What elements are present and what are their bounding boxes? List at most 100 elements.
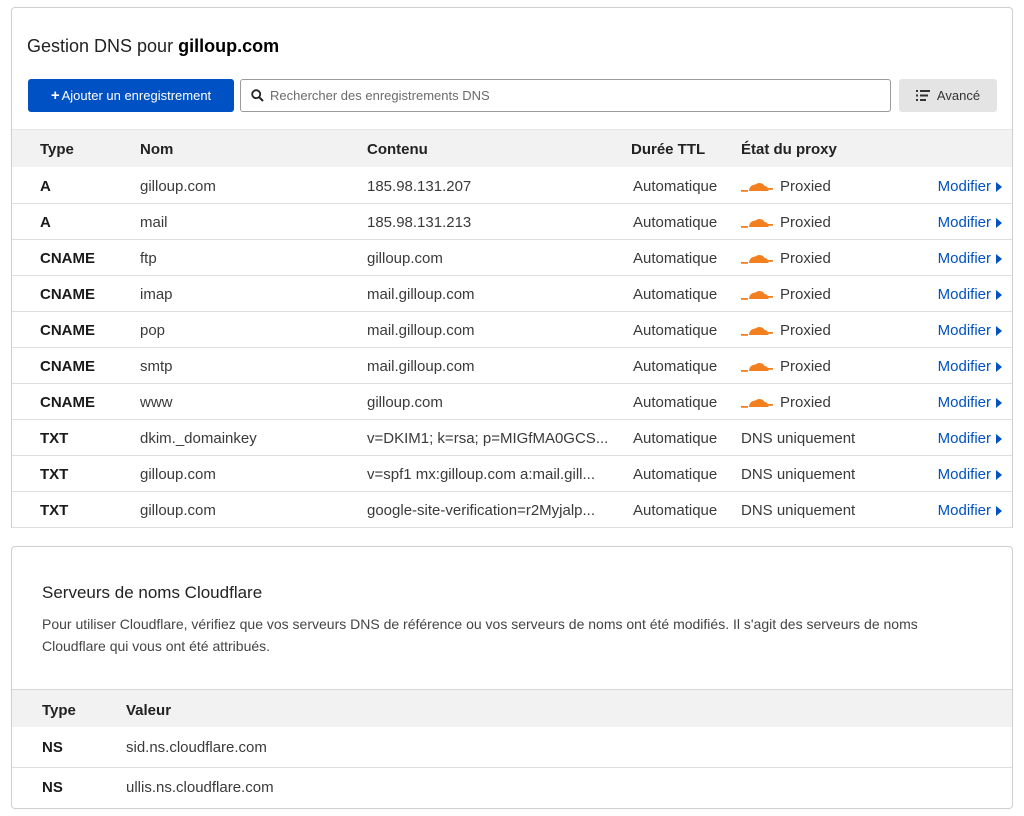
advanced-button[interactable]: Avancé bbox=[899, 79, 997, 112]
edit-record-link[interactable]: Modifier bbox=[938, 178, 1002, 195]
cloud-icon bbox=[741, 288, 773, 302]
edit-label: Modifier bbox=[937, 394, 991, 411]
column-header-proxy: État du proxy bbox=[741, 141, 837, 158]
edit-record-link[interactable]: Modifier bbox=[938, 466, 1002, 483]
caret-right-icon bbox=[995, 217, 1002, 228]
edit-record-link[interactable]: Modifier bbox=[938, 358, 1002, 375]
nameservers-description: Pour utiliser Cloudflare, vérifiez que v… bbox=[42, 616, 918, 654]
search-box[interactable] bbox=[240, 79, 891, 112]
edit-record-link[interactable]: Modifier bbox=[938, 430, 1002, 447]
record-proxy-status: Proxied bbox=[741, 286, 831, 303]
nameserver-type: NS bbox=[42, 779, 63, 796]
ns-column-header-value: Valeur bbox=[126, 702, 172, 719]
proxy-status-label: DNS uniquement bbox=[741, 502, 856, 519]
record-type: CNAME bbox=[40, 250, 95, 267]
record-type: TXT bbox=[40, 466, 69, 483]
nameservers-table-header: Type Valeur bbox=[12, 689, 1012, 727]
record-proxy-status: Proxied bbox=[741, 250, 831, 267]
nameservers-title: Serveurs de noms Cloudflare bbox=[42, 583, 263, 602]
record-ttl: Automatique bbox=[633, 430, 718, 447]
column-header-content: Contenu bbox=[367, 141, 428, 158]
add-record-button[interactable]: + Ajouter un enregistrement bbox=[28, 79, 234, 112]
proxy-status-label: Proxied bbox=[780, 358, 831, 375]
edit-label: Modifier bbox=[937, 502, 991, 519]
filter-list-icon bbox=[915, 90, 930, 101]
record-name: smtp bbox=[140, 358, 173, 375]
column-header-name: Nom bbox=[140, 141, 174, 158]
record-ttl: Automatique bbox=[633, 250, 718, 267]
advanced-label: Avancé bbox=[936, 88, 981, 103]
record-proxy-status: Proxied bbox=[741, 322, 831, 339]
cloud-icon bbox=[741, 216, 773, 230]
record-ttl: Automatique bbox=[633, 394, 718, 411]
record-proxy-status: Proxied bbox=[741, 358, 831, 375]
add-record-label: Ajouter un enregistrement bbox=[61, 88, 212, 103]
table-row: CNAME ftp gilloup.com Automatique Proxied Mod… bbox=[12, 240, 1012, 276]
caret-right-icon bbox=[995, 253, 1002, 264]
record-name: imap bbox=[140, 286, 173, 303]
plus-icon: + bbox=[50, 87, 60, 104]
record-proxy-status: Proxied bbox=[741, 214, 831, 231]
record-type: A bbox=[40, 178, 51, 195]
caret-right-icon bbox=[995, 289, 1002, 300]
table-row: Amail 185.98.131.213 Automatique Proxied Mod… bbox=[12, 204, 1012, 240]
search-icon bbox=[251, 89, 264, 102]
dns-table-header: Type Nom Contenu Durée TTL État du proxy bbox=[12, 129, 1012, 167]
record-name: ftp bbox=[140, 250, 157, 267]
record-type: TXT bbox=[40, 430, 69, 447]
edit-label: Modifier bbox=[937, 286, 991, 303]
cloud-icon bbox=[741, 252, 773, 266]
nameserver-type: NS bbox=[42, 739, 63, 756]
proxy-status-label: Proxied bbox=[780, 322, 831, 339]
edit-record-link[interactable]: Modifier bbox=[938, 250, 1002, 267]
edit-record-link[interactable]: Modifier bbox=[938, 322, 1002, 339]
record-name: gilloup.com bbox=[140, 178, 216, 195]
search-input[interactable] bbox=[270, 88, 870, 103]
cloud-icon bbox=[741, 324, 773, 338]
record-name: mail bbox=[140, 214, 168, 231]
record-content: mail.gilloup.com bbox=[367, 286, 475, 303]
record-content: v=DKIM1; k=rsa; p=MIGfMA0GCS... bbox=[367, 430, 609, 447]
record-ttl: Automatique bbox=[633, 502, 718, 519]
table-row: TXT gilloup.com v=spf1 mx:gilloup.com a:ma… bbox=[12, 456, 1012, 492]
record-proxy-status: DNS uniquement bbox=[741, 502, 855, 519]
caret-right-icon bbox=[995, 505, 1002, 516]
record-content: google-site-verification=r2Myjalp... bbox=[367, 502, 596, 519]
caret-right-icon bbox=[995, 361, 1002, 372]
record-ttl: Automatique bbox=[633, 358, 718, 375]
record-name: www bbox=[140, 394, 173, 411]
record-content: gilloup.com bbox=[367, 394, 443, 411]
proxy-status-label: DNS uniquement bbox=[741, 430, 856, 447]
table-row: CNAME www gilloup.com Automatique Proxied Mod… bbox=[12, 384, 1012, 420]
edit-record-link[interactable]: Modifier bbox=[938, 214, 1002, 231]
record-ttl: Automatique bbox=[633, 322, 718, 339]
table-row: TXT gilloup.com google-site-verification=r… bbox=[12, 492, 1012, 528]
caret-right-icon bbox=[995, 469, 1002, 480]
edit-label: Modifier bbox=[937, 214, 991, 231]
caret-right-icon bbox=[995, 433, 1002, 444]
record-ttl: Automatique bbox=[633, 466, 718, 483]
edit-record-link[interactable]: Modifier bbox=[938, 394, 1002, 411]
record-name: gilloup.com bbox=[140, 466, 216, 483]
cloud-icon bbox=[741, 360, 773, 374]
page-title: Gestion DNS pour gilloup.com bbox=[27, 36, 279, 57]
nameservers-card: Serveurs de noms Cloudflare Pour utilise… bbox=[11, 546, 1013, 809]
table-row: CNAME pop mail.gilloup.com Automatique Proxi… bbox=[12, 312, 1012, 348]
proxy-status-label: DNS uniquement bbox=[741, 466, 856, 483]
record-proxy-status: Proxied bbox=[741, 394, 831, 411]
nameserver-row: NS ullis.ns.cloudflare.com bbox=[12, 768, 1012, 808]
record-proxy-status: DNS uniquement bbox=[741, 430, 855, 447]
edit-label: Modifier bbox=[937, 322, 991, 339]
table-row: CNAME smtp mail.gilloup.com Automatique Prox… bbox=[12, 348, 1012, 384]
record-proxy-status: Proxied bbox=[741, 178, 831, 195]
caret-right-icon bbox=[995, 181, 1002, 192]
edit-record-link[interactable]: Modifier bbox=[938, 286, 1002, 303]
proxy-status-label: Proxied bbox=[780, 286, 831, 303]
proxy-status-label: Proxied bbox=[780, 214, 831, 231]
record-content: gilloup.com bbox=[367, 250, 443, 267]
ns-column-header-type: Type bbox=[42, 702, 76, 719]
record-name: pop bbox=[140, 322, 166, 339]
caret-right-icon bbox=[995, 397, 1002, 408]
record-content: mail.gilloup.com bbox=[367, 358, 475, 375]
edit-record-link[interactable]: Modifier bbox=[938, 502, 1002, 519]
